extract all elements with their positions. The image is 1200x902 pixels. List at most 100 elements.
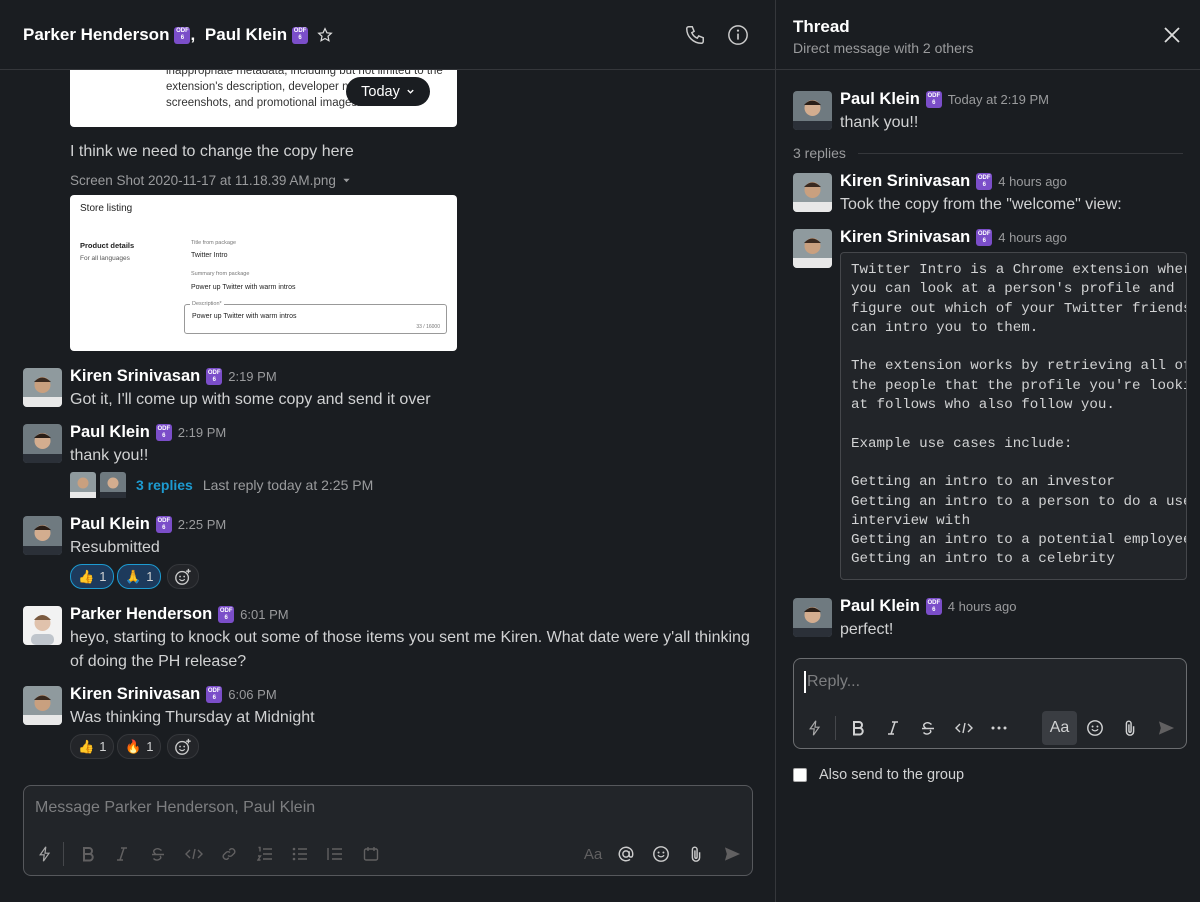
avatar[interactable] — [793, 173, 832, 212]
code-button[interactable] — [182, 842, 206, 866]
replies-link[interactable]: 3 replies — [136, 477, 193, 493]
strike-button[interactable] — [912, 712, 944, 744]
status-badge: ODF 6 — [292, 26, 309, 44]
reaction-thumbs-up[interactable]: 👍 1 — [70, 564, 115, 589]
reaction-thumbs-up[interactable]: 👍 1 — [70, 734, 115, 759]
send-button[interactable] — [720, 842, 744, 866]
caret-down-icon[interactable] — [342, 176, 351, 185]
sender-name[interactable]: Paul Klein — [70, 423, 150, 442]
avatar[interactable] — [23, 516, 62, 555]
mention-button[interactable] — [614, 842, 638, 866]
add-reaction-button[interactable] — [167, 734, 199, 759]
sender-name[interactable]: Kiren Srinivasan — [840, 228, 970, 247]
sender-name[interactable]: Kiren Srinivasan — [70, 685, 200, 704]
sender-name[interactable]: Paul Klein — [840, 597, 920, 616]
code-button[interactable] — [948, 712, 980, 744]
code-icon — [185, 848, 203, 860]
message-composer[interactable]: Message Parker Henderson, Paul Klein Aa — [23, 785, 753, 876]
code-block-button[interactable] — [359, 842, 383, 866]
avatar[interactable] — [23, 606, 62, 645]
attach-button[interactable] — [1114, 712, 1146, 744]
sender-name[interactable]: Kiren Srinivasan — [840, 172, 970, 191]
shortcuts-button[interactable] — [33, 842, 57, 866]
emoji-icon — [1087, 720, 1103, 736]
avatar[interactable] — [23, 424, 62, 463]
italic-button[interactable] — [110, 842, 134, 866]
shot-label: Summary from package — [191, 271, 250, 277]
formatting-toggle[interactable]: Aa — [579, 842, 607, 866]
file-name[interactable]: Screen Shot 2020-11-17 at 11.18.39 AM.pn… — [70, 173, 351, 188]
channel-pane: Parker Henderson ODF 6 , Paul Klein ODF 6 … — [0, 0, 775, 902]
message-text: thank you!! — [70, 447, 149, 464]
message-header: Paul Klein ODF 6 Today at 2:19 PM — [840, 90, 1049, 109]
star-icon[interactable] — [317, 27, 333, 43]
status-badge: ODF 6 — [155, 516, 172, 533]
sender-name[interactable]: Paul Klein — [70, 515, 150, 534]
status-badge: ODF 6 — [206, 686, 223, 703]
channel-title[interactable]: Parker Henderson ODF 6 , Paul Klein ODF 6 — [23, 25, 333, 45]
formatting-toggle[interactable]: Aa — [1042, 711, 1077, 745]
today-divider-pill[interactable]: Today — [346, 77, 430, 106]
code-text: Twitter Intro is a Chrome extension wher… — [851, 262, 1187, 568]
phone-icon[interactable] — [684, 24, 706, 46]
link-button[interactable] — [217, 842, 241, 866]
bold-button[interactable] — [842, 712, 874, 744]
avatar[interactable] — [23, 686, 62, 725]
sender-name[interactable]: Parker Henderson — [70, 605, 212, 624]
emoji-button[interactable] — [1079, 712, 1111, 744]
status-badge: ODF 6 — [155, 424, 172, 441]
reply-composer[interactable]: Reply... Aa — [793, 658, 1187, 749]
timestamp[interactable]: 6:06 PM — [228, 687, 276, 702]
screenshot-attachment[interactable]: Store listing Product details For all la… — [70, 195, 457, 351]
reaction-fire[interactable]: 🔥 1 — [117, 734, 162, 759]
message-input[interactable]: Message Parker Henderson, Paul Klein — [35, 799, 315, 817]
also-send-option[interactable]: Also send to the group — [793, 767, 964, 783]
emoji-button[interactable] — [649, 842, 673, 866]
timestamp[interactable]: 6:01 PM — [240, 607, 288, 622]
italic-icon — [117, 847, 127, 861]
sender-name[interactable]: Paul Klein — [840, 90, 920, 109]
send-icon — [724, 847, 740, 861]
timestamp[interactable]: 4 hours ago — [998, 174, 1067, 189]
avatar[interactable] — [793, 91, 832, 130]
shortcuts-button[interactable] — [799, 712, 831, 744]
code-block-icon — [363, 847, 379, 861]
avatar[interactable] — [793, 229, 832, 268]
message-text: thank you!! — [840, 114, 919, 131]
timestamp[interactable]: 2:19 PM — [228, 369, 276, 384]
timestamp[interactable]: Today at 2:19 PM — [948, 92, 1049, 107]
timestamp[interactable]: 4 hours ago — [998, 230, 1067, 245]
avatar[interactable] — [793, 598, 832, 637]
send-button[interactable] — [1150, 712, 1182, 744]
message-text: Took the copy from the "welcome" view: — [840, 196, 1122, 213]
reply-input[interactable]: Reply... — [807, 673, 860, 691]
more-formatting-button[interactable] — [983, 712, 1015, 744]
shot-section: Product details — [80, 241, 135, 250]
separator: , — [190, 25, 200, 44]
add-reaction-button[interactable] — [167, 564, 199, 589]
avatar — [70, 472, 96, 498]
status-badge: ODF 6 — [925, 598, 942, 615]
avatar[interactable] — [23, 368, 62, 407]
ordered-list-icon — [257, 846, 272, 861]
close-icon[interactable] — [1163, 26, 1181, 44]
timestamp[interactable]: 2:25 PM — [178, 517, 226, 532]
blockquote-button[interactable] — [323, 842, 347, 866]
sender-name[interactable]: Kiren Srinivasan — [70, 367, 200, 386]
reaction-pray[interactable]: 🙏 1 — [117, 564, 162, 589]
avatar — [100, 472, 126, 498]
timestamp[interactable]: 2:19 PM — [178, 425, 226, 440]
strike-button[interactable] — [146, 842, 170, 866]
ordered-list-button[interactable] — [253, 842, 277, 866]
bullet-list-button[interactable] — [288, 842, 312, 866]
message-header: Kiren Srinivasan ODF 6 4 hours ago — [840, 172, 1067, 191]
italic-button[interactable] — [877, 712, 909, 744]
emoji-icon — [653, 846, 669, 862]
thread-summary[interactable]: 3 replies Last reply today at 2:25 PM — [70, 472, 373, 498]
link-icon — [222, 848, 236, 860]
also-send-checkbox[interactable] — [793, 768, 807, 782]
info-icon[interactable] — [727, 24, 749, 46]
attach-button[interactable] — [684, 842, 708, 866]
bold-button[interactable] — [76, 842, 100, 866]
timestamp[interactable]: 4 hours ago — [948, 599, 1017, 614]
